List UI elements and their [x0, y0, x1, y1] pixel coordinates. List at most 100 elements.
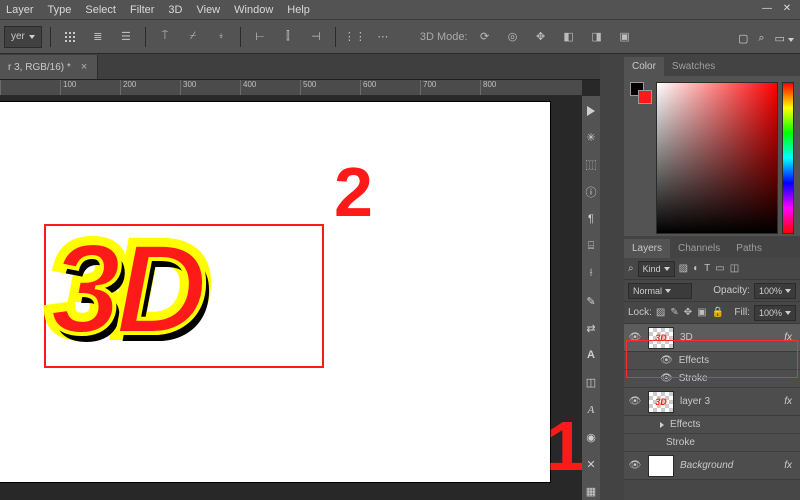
adjust-icon[interactable]: ✕ — [582, 456, 600, 473]
swap-icon[interactable]: ⇄ — [582, 320, 600, 337]
layer-thumb[interactable]: 3D — [648, 391, 674, 413]
more-icon[interactable]: ⋯ — [372, 26, 394, 48]
layer-effects-label[interactable]: 👁Effects — [624, 352, 800, 370]
filter-smart-icon[interactable]: ◫ — [730, 263, 739, 274]
align-grid-icon[interactable] — [59, 26, 81, 48]
menu-window[interactable]: Window — [234, 4, 273, 16]
align-left-icon[interactable]: ⊢ — [249, 26, 271, 48]
opacity-input[interactable]: 100% — [754, 283, 796, 299]
ruler-horizontal: 100200300400500600700800 — [0, 80, 582, 96]
fx-badge[interactable]: fx — [784, 332, 796, 343]
tab-layers[interactable]: Layers — [624, 239, 670, 258]
lock-position-icon[interactable]: ✥ — [684, 307, 692, 318]
character-icon[interactable]: A — [582, 401, 600, 418]
tab-paths[interactable]: Paths — [728, 239, 770, 258]
layer-row-background[interactable]: 👁 Background fx — [624, 452, 800, 480]
search-icon[interactable]: ⌕ — [758, 32, 764, 45]
histogram-icon[interactable]: ⿲ — [582, 156, 600, 173]
background-swatch[interactable] — [638, 90, 652, 104]
3d-camera-icon[interactable]: ▣ — [614, 26, 636, 48]
layer-effect-stroke[interactable]: 👁Stroke — [624, 370, 800, 388]
tab-color[interactable]: Color — [624, 57, 664, 76]
filter-pixel-icon[interactable]: ▨ — [679, 263, 688, 274]
align-top-icon[interactable]: ⍑ — [154, 26, 176, 48]
clone-icon[interactable]: ◉ — [582, 428, 600, 445]
play-icon[interactable] — [582, 102, 600, 119]
align-bottom-icon[interactable]: ⍖ — [210, 26, 232, 48]
spark-icon[interactable]: ✳ — [582, 129, 600, 146]
layer-name[interactable]: Background — [680, 460, 778, 471]
search-small-icon[interactable]: ⌕ — [628, 263, 634, 274]
hue-slider[interactable] — [782, 82, 794, 234]
align-vcenter-icon[interactable]: ⌿ — [182, 26, 204, 48]
distribute-icon[interactable]: ⋮⋮ — [344, 26, 366, 48]
3d-slide-icon[interactable]: ◨ — [586, 26, 608, 48]
align-hcenter-icon[interactable]: ⫿ — [277, 26, 299, 48]
document-tab[interactable]: r 3, RGB/16) * × — [0, 55, 98, 79]
info-icon[interactable]: ⓘ — [582, 184, 600, 201]
blend-mode-dropdown[interactable]: Normal — [628, 283, 692, 299]
lock-paint-icon[interactable]: ✎ — [670, 307, 678, 318]
layer-name[interactable]: layer 3 — [680, 396, 778, 407]
align-columns-icon[interactable]: ≣ — [87, 26, 109, 48]
lock-transparent-icon[interactable]: ▨ — [656, 307, 665, 318]
visibility-toggle[interactable]: 👁 — [628, 396, 642, 407]
3d-move-icon[interactable]: ✥ — [530, 26, 552, 48]
window-minimize-icon[interactable]: — — [758, 0, 776, 16]
filter-shape-icon[interactable]: ▭ — [715, 263, 724, 274]
layer-effect-stroke[interactable]: Stroke — [624, 434, 800, 452]
layer-target-dropdown[interactable]: yer — [4, 26, 42, 48]
layer-name[interactable]: 3D — [680, 332, 778, 343]
brush-icon[interactable]: ✎ — [582, 292, 600, 309]
layers-panel-tabs: Layers Channels Paths — [624, 236, 800, 258]
color-panel-tabs: Color Swatches — [624, 54, 800, 76]
layer-thumb[interactable]: 3D — [648, 327, 674, 349]
align-right-icon[interactable]: ⊣ — [305, 26, 327, 48]
menu-type[interactable]: Type — [48, 4, 72, 16]
type-tool-icon[interactable]: A — [582, 347, 600, 364]
menu-layer[interactable]: Layer — [6, 4, 34, 16]
filter-adjust-icon[interactable]: ◐ — [693, 263, 699, 274]
lock-artboard-icon[interactable]: ▣ — [697, 307, 706, 318]
fg-bg-swatch[interactable] — [630, 82, 652, 234]
layers-panel-body: ⌕ Kind ▨ ◐ T ▭ ◫ Normal Opacity: 100% Lo… — [624, 258, 800, 500]
3d-orbit-icon[interactable]: ◎ — [502, 26, 524, 48]
fill-input[interactable]: 100% — [754, 305, 796, 321]
tab-swatches[interactable]: Swatches — [664, 57, 723, 76]
navigator-icon[interactable]: ▦ — [582, 483, 600, 500]
fx-badge[interactable]: fx — [784, 396, 796, 407]
layer-thumb[interactable] — [648, 455, 674, 477]
menu-3d[interactable]: 3D — [168, 4, 182, 16]
layer-filter-kind[interactable]: Kind — [638, 261, 675, 277]
layer-row-3d[interactable]: 👁 3D 3D fx — [624, 324, 800, 352]
tab-channels[interactable]: Channels — [670, 239, 728, 258]
annotation-2: 2 — [334, 152, 373, 232]
layers-icon[interactable]: ◫ — [582, 374, 600, 391]
workspace-switch-icon[interactable]: ▭ — [775, 32, 794, 45]
canvas-viewport[interactable]: 3D 3D 3D 2 1 — [0, 96, 582, 500]
paragraph-icon[interactable]: ¶ — [582, 211, 600, 228]
fx-badge[interactable]: fx — [784, 460, 796, 471]
glyphs-icon[interactable]: ⌸ — [582, 238, 600, 255]
layer-row-layer3[interactable]: 👁 3D layer 3 fx — [624, 388, 800, 416]
canvas[interactable]: 3D 3D 3D 2 — [0, 102, 550, 482]
filter-type-icon[interactable]: T — [704, 263, 710, 274]
close-tab-icon[interactable]: × — [81, 61, 87, 73]
layer-filter-icons: ▨ ◐ T ▭ ◫ — [679, 263, 740, 274]
menu-select[interactable]: Select — [85, 4, 116, 16]
color-field[interactable] — [656, 82, 778, 234]
3d-rotate-icon[interactable]: ⟳ — [474, 26, 496, 48]
menu-view[interactable]: View — [196, 4, 220, 16]
ruler-icon[interactable]: ⟊ — [582, 265, 600, 282]
lock-all-icon[interactable]: 🔒 — [712, 307, 724, 318]
selection-bounds[interactable]: 3D 3D 3D — [44, 224, 324, 368]
menu-help[interactable]: Help — [287, 4, 310, 16]
visibility-toggle[interactable]: 👁 — [628, 332, 642, 343]
layer-effects-label[interactable]: Effects — [624, 416, 800, 434]
menu-filter[interactable]: Filter — [130, 4, 154, 16]
align-rows-icon[interactable]: ☰ — [115, 26, 137, 48]
window-close-icon[interactable]: ✕ — [778, 0, 796, 16]
3d-scale-icon[interactable]: ◧ — [558, 26, 580, 48]
workspace-square-icon[interactable]: ▢ — [738, 32, 748, 45]
visibility-toggle[interactable]: 👁 — [628, 460, 642, 471]
